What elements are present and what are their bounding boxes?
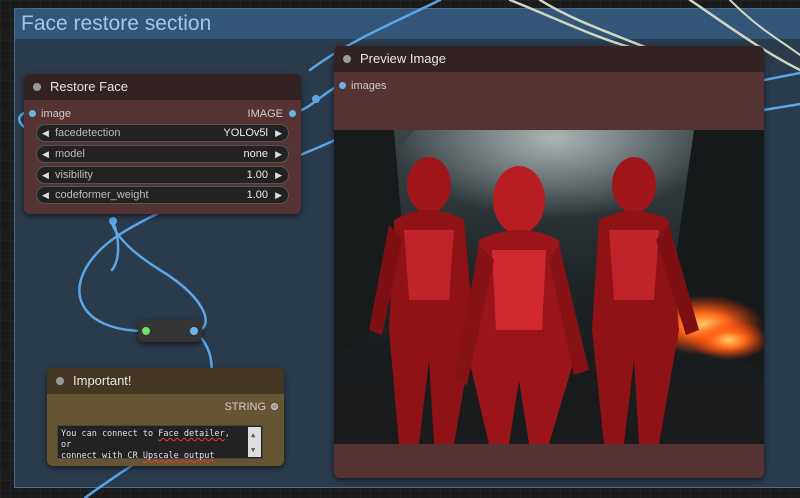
note-text-2: Face detailer xyxy=(158,429,225,439)
preview-image-title: Preview Image xyxy=(360,51,446,66)
images-input-label: images xyxy=(351,80,387,92)
note-text-4: Upscale output xyxy=(142,451,215,461)
images-input-slot[interactable] xyxy=(339,82,346,89)
visibility-slider[interactable]: ◀ visibility 1.00 ▶ xyxy=(36,166,289,184)
image-output-label: IMAGE xyxy=(247,108,283,120)
note-header[interactable]: Important! xyxy=(47,368,284,394)
note-textarea[interactable]: You can connect to Face detailer, or con… xyxy=(57,425,263,461)
widget-name: model xyxy=(55,148,85,160)
increment-arrow-icon[interactable]: ▶ xyxy=(275,187,282,203)
increment-arrow-icon[interactable]: ▶ xyxy=(275,167,282,183)
collapse-dot-icon[interactable] xyxy=(33,83,41,91)
preview-image-node[interactable]: Preview Image images xyxy=(334,46,764,478)
widget-value: YOLOv5l xyxy=(223,127,268,139)
image-input-label: image xyxy=(41,108,71,120)
restore-face-header[interactable]: Restore Face xyxy=(24,74,301,100)
increment-arrow-icon[interactable]: ▶ xyxy=(275,146,282,162)
increment-arrow-icon[interactable]: ▶ xyxy=(275,125,282,141)
important-note-node[interactable]: Important! STRING You can connect to Fac… xyxy=(47,368,284,466)
image-output-slot[interactable] xyxy=(289,110,296,117)
note-text-1: You can connect to xyxy=(61,429,159,439)
collapse-dot-icon[interactable] xyxy=(343,55,351,63)
restore-face-node[interactable]: Restore Face image IMAGE ◀ facedetection… xyxy=(24,74,301,214)
decrement-arrow-icon[interactable]: ◀ xyxy=(42,187,49,203)
widget-name: visibility xyxy=(55,169,93,181)
widget-name: facedetection xyxy=(55,127,121,139)
preview-image-header[interactable]: Preview Image xyxy=(334,46,764,72)
widget-name: codeformer_weight xyxy=(55,189,149,201)
restore-face-title: Restore Face xyxy=(50,79,129,94)
reroute-node[interactable] xyxy=(138,320,202,342)
widget-value: none xyxy=(243,148,268,160)
decrement-arrow-icon[interactable]: ◀ xyxy=(42,146,49,162)
widget-value: 1.00 xyxy=(246,169,268,181)
facedetection-combo[interactable]: ◀ facedetection YOLOv5l ▶ xyxy=(36,124,289,142)
preview-image[interactable] xyxy=(334,130,764,444)
scroll-up-icon[interactable]: ▲ xyxy=(251,430,255,441)
decrement-arrow-icon[interactable]: ◀ xyxy=(42,125,49,141)
reroute-output-slot[interactable] xyxy=(190,327,198,335)
scroll-down-icon[interactable]: ▼ xyxy=(251,445,255,456)
string-output-label: STRING xyxy=(224,401,266,413)
model-combo[interactable]: ◀ model none ▶ xyxy=(36,145,289,163)
widget-value: 1.00 xyxy=(246,189,268,201)
codeformer-weight-slider[interactable]: ◀ codeformer_weight 1.00 ▶ xyxy=(36,186,289,204)
string-output-slot[interactable] xyxy=(271,403,278,410)
image-input-slot[interactable] xyxy=(29,110,36,117)
group-title[interactable]: Face restore section xyxy=(15,9,800,39)
note-title: Important! xyxy=(73,373,132,388)
decrement-arrow-icon[interactable]: ◀ xyxy=(42,167,49,183)
collapse-dot-icon[interactable] xyxy=(56,377,64,385)
reroute-input-slot[interactable] xyxy=(142,327,150,335)
textarea-scrollbar[interactable]: ▲ ▼ xyxy=(248,427,261,457)
